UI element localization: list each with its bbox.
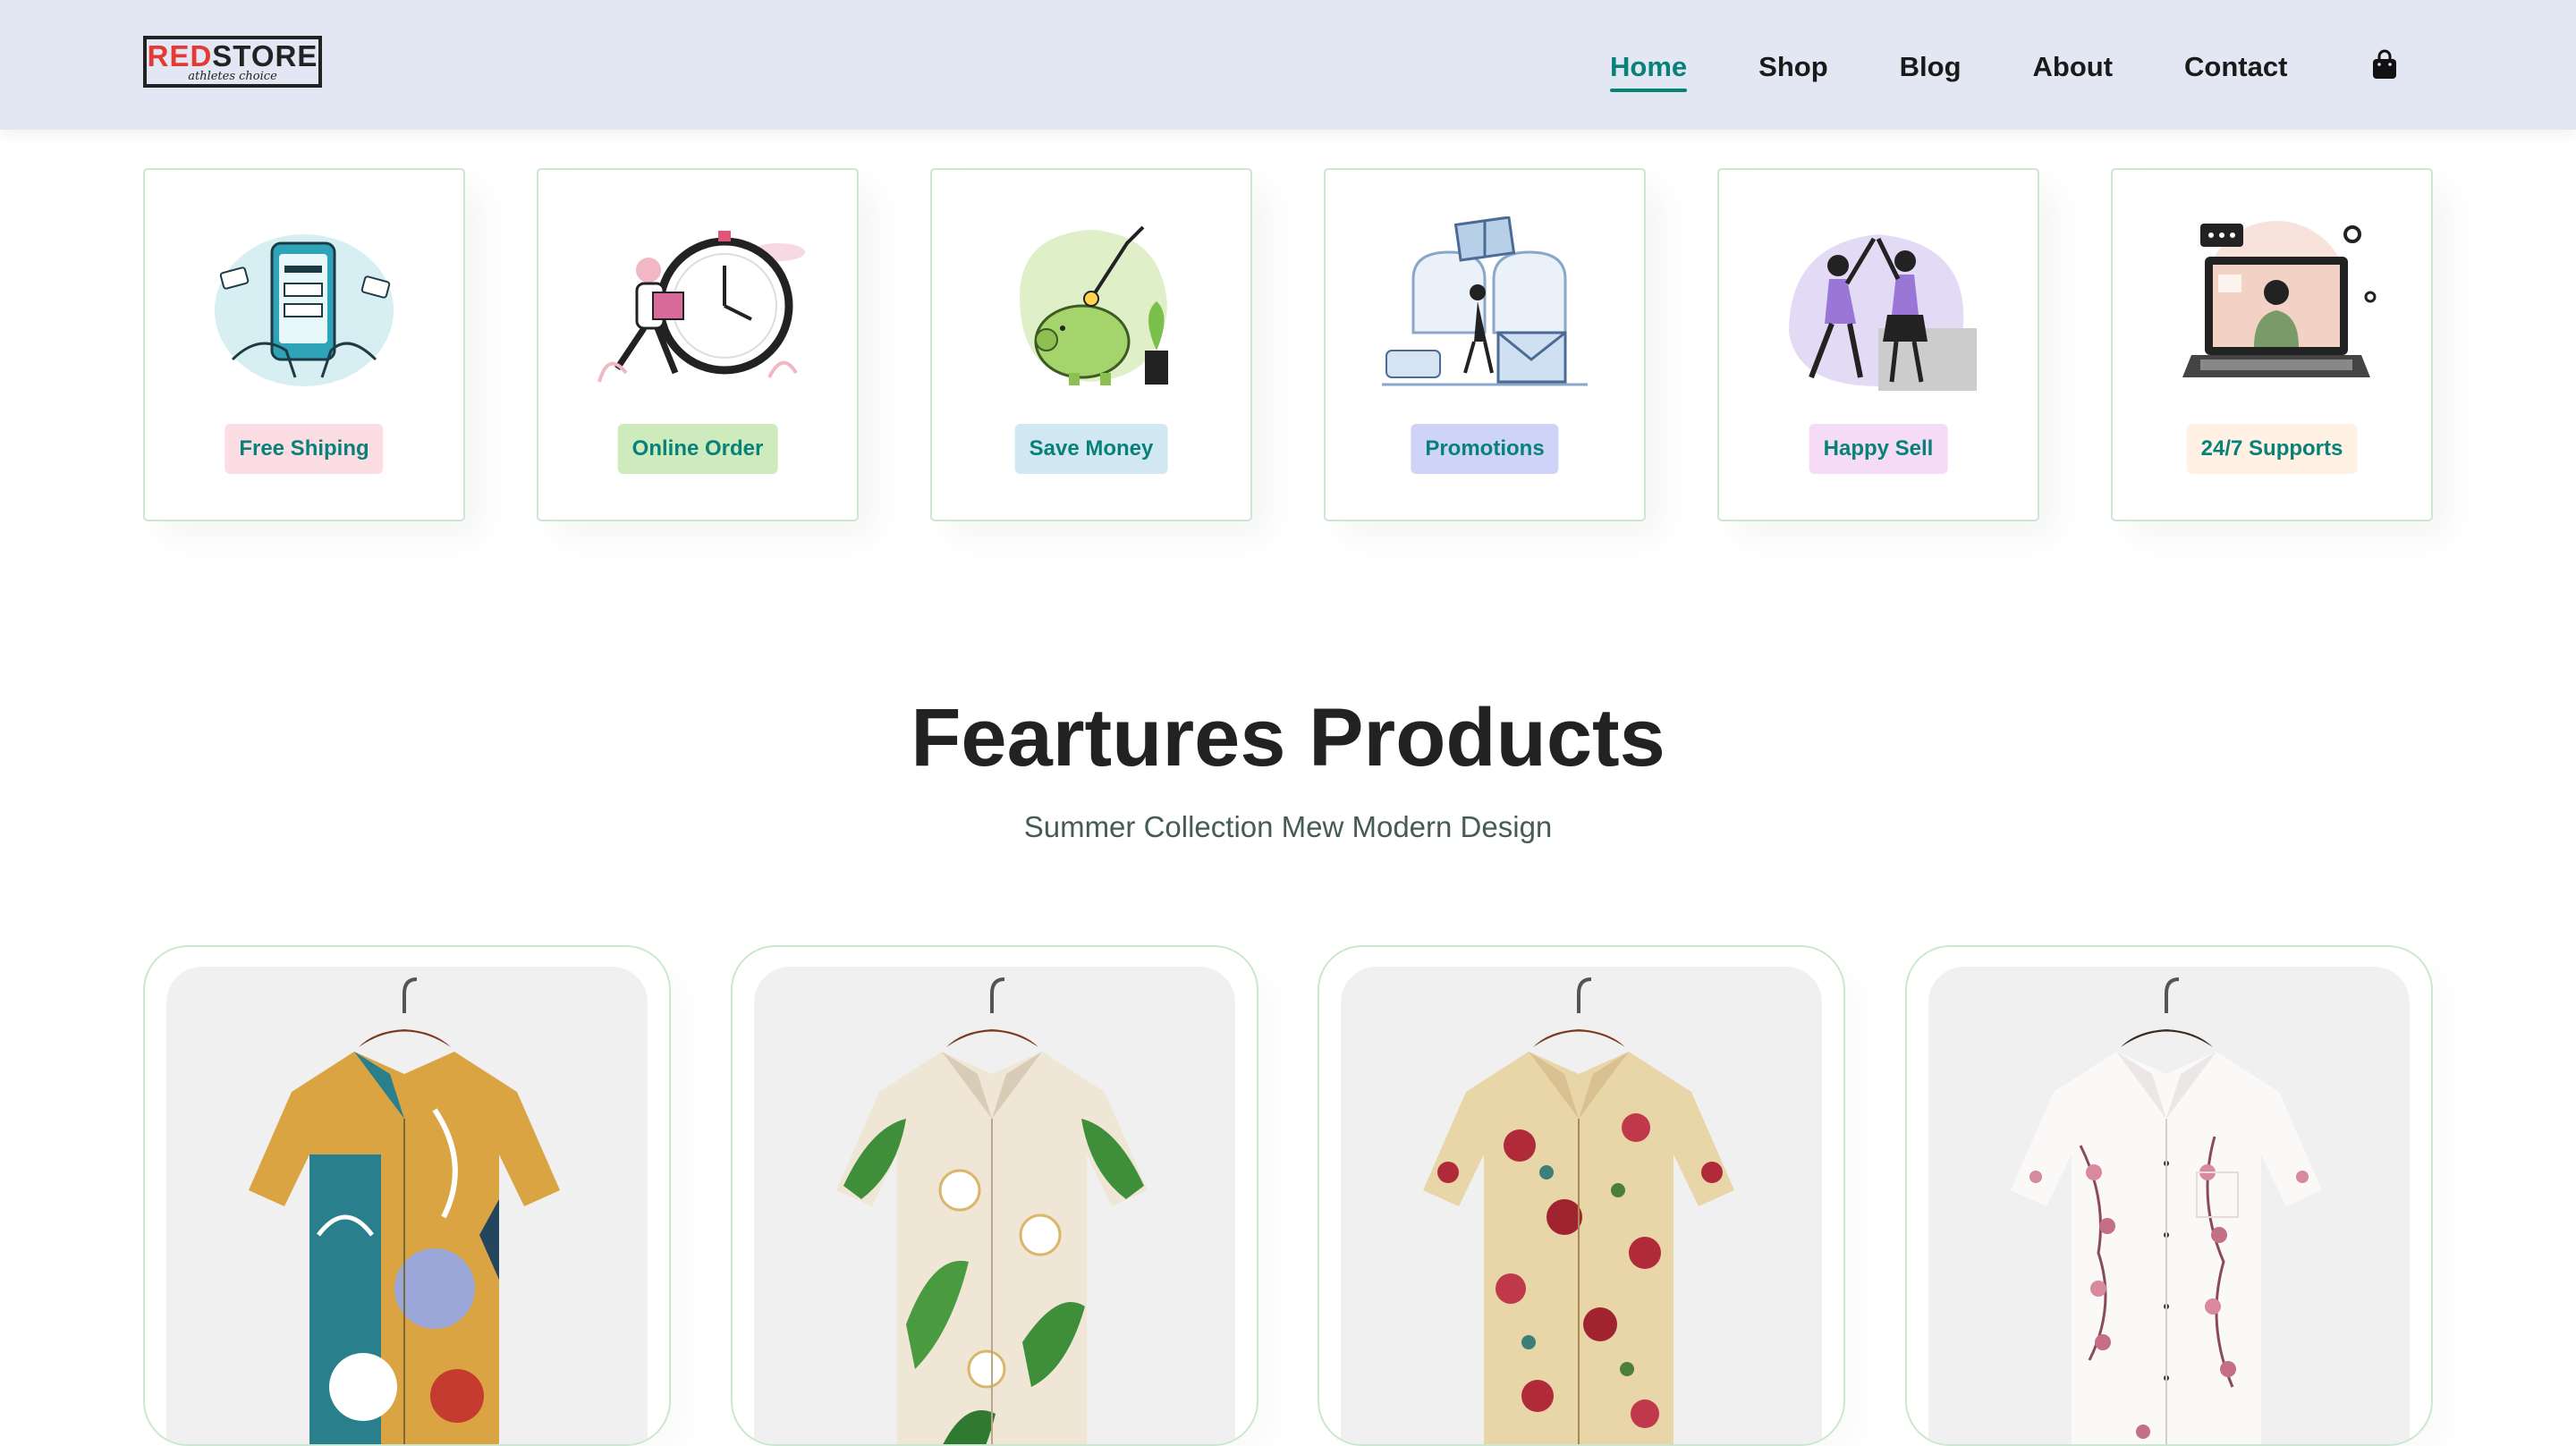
floral-rose-shirt [1423,977,1735,1444]
logo-tagline: athletes choice [188,69,277,83]
product-card[interactable] [730,945,1258,1446]
stopwatch-delivery-illustration [597,231,805,383]
product-image[interactable] [166,967,648,1444]
product-image[interactable] [1928,967,2410,1444]
nav-link-shop[interactable]: Shop [1758,46,1828,89]
feature-card[interactable]: 24/7 Supports [2111,168,2433,521]
feature-label: 24/7 Supports [2186,424,2358,474]
product-image[interactable] [753,967,1235,1444]
product-card[interactable] [143,945,671,1446]
feature-label: Online Order [617,424,778,474]
section-title: Feartures Products [911,692,1665,783]
feature-card[interactable]: Free Shiping [143,168,465,521]
redstore-logo[interactable]: REDSTORE athletes choice [143,36,322,88]
feature-label: Promotions [1411,424,1559,474]
gift-promotion-illustration [1382,216,1588,386]
nav-link-about[interactable]: About [2033,46,2114,89]
feature-label: Happy Sell [1809,424,1948,474]
nav-link-home[interactable]: Home [1610,46,1688,92]
feature-label: Free Shiping [225,424,384,474]
product-image[interactable] [1341,967,1823,1444]
white-blossom-shirt [2010,977,2322,1444]
laptop-support-illustration [2182,221,2377,377]
nav-link-contact[interactable]: Contact [2184,46,2287,89]
piggy-bank-illustration [1020,225,1168,385]
nav-link-blog[interactable]: Blog [1900,46,1962,89]
section-subtitle: Summer Collection Mew Modern Design [1023,810,1553,843]
main-nav: Home Shop Blog About Contact [1610,45,2359,92]
feature-card[interactable]: Promotions [1324,168,1646,521]
site-header: REDSTORE athletes choice Home Shop Blog … [0,0,2576,130]
high-five-illustration [1789,234,1977,391]
product-card[interactable] [1318,945,1846,1446]
feature-label: Save Money [1014,424,1168,474]
feature-card[interactable]: Happy Sell [1717,168,2039,521]
abstract-print-shirt [249,977,560,1444]
tropical-leaf-shirt [835,977,1148,1444]
feature-card[interactable]: Online Order [537,168,859,521]
phone-payment-illustration [215,234,394,386]
features-section: Free Shiping Online Order Save Money Pro… [143,168,2433,521]
shopping-bag-icon[interactable] [2370,48,2399,80]
feature-card[interactable]: Save Money [930,168,1252,521]
product-card[interactable] [1904,945,2433,1446]
logo-wordmark: REDSTORE [147,38,318,72]
products-section [143,945,2433,1446]
